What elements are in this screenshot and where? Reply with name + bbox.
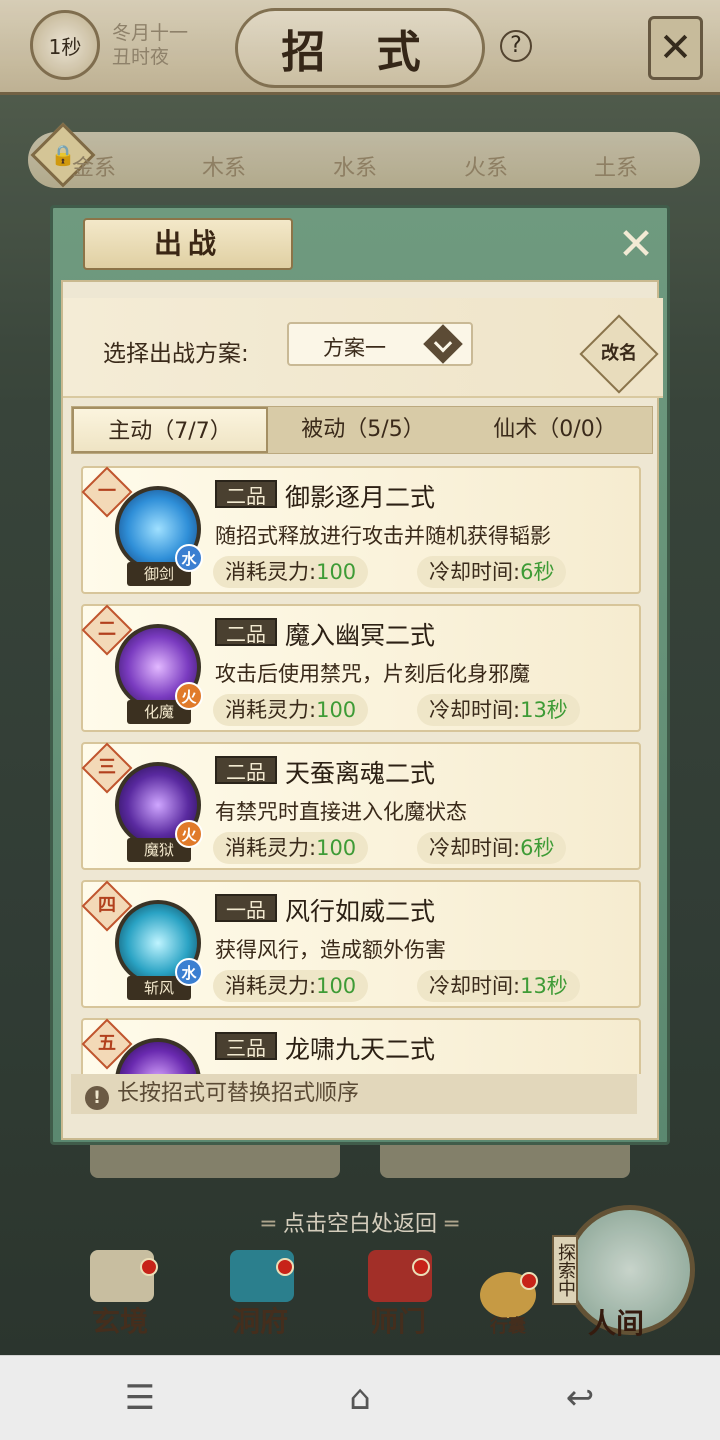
system-nav-bar: ☰ ⌂ ↩: [0, 1355, 720, 1440]
cooldown-pill: 冷却时间:13秒: [417, 970, 580, 1002]
cooldown-pill: 冷却时间:6秒: [417, 556, 567, 588]
element-badge: 火: [175, 682, 203, 710]
cooldown-pill: 冷却时间:6秒: [417, 832, 567, 864]
grade-badge: 二品: [215, 618, 277, 646]
info-icon: !: [85, 1086, 109, 1110]
cooldown-pill: 冷却时间:13秒: [417, 694, 580, 726]
skill-name: 天蚕离魂二式: [285, 759, 436, 788]
scheme-select[interactable]: 方案一: [287, 322, 473, 366]
skill-card[interactable]: 一 御剑 水 二品 御影逐月二式 随招式释放进行攻击并随机获得韬影 消耗灵力:1…: [81, 466, 641, 594]
grade-badge: 一品: [215, 894, 277, 922]
menu-icon[interactable]: ☰: [110, 1376, 170, 1420]
skill-name: 风行如威二式: [285, 897, 436, 926]
cost-pill: 消耗灵力:100: [213, 832, 369, 864]
skill-card[interactable]: 五 三品 龙啸九天二式: [81, 1018, 641, 1074]
skill-name: 龙啸九天二式: [285, 1035, 436, 1064]
skill-card[interactable]: 二 化魔 火 二品 魔入幽冥二式 攻击后使用禁咒，片刻后化身邪魔 消耗灵力:10…: [81, 604, 641, 732]
grade-badge: 二品: [215, 480, 277, 508]
dialog-title: 出战: [83, 218, 293, 270]
element-badge: 火: [175, 820, 203, 848]
grade-badge: 三品: [215, 1032, 277, 1060]
close-icon[interactable]: ✕: [613, 222, 659, 268]
skill-card[interactable]: 四 斩风 水 一品 风行如威二式 获得风行，造成额外伤害 消耗灵力:100 冷却…: [81, 880, 641, 1008]
scheme-value: 方案一: [323, 336, 386, 360]
grade-badge: 二品: [215, 756, 277, 784]
tab-active-skills[interactable]: 主动（7/7）: [72, 407, 268, 453]
scheme-bar: 选择出战方案: 方案一 改名: [63, 298, 663, 398]
skill-description: 获得风行，造成额外伤害: [215, 938, 446, 962]
skill-card[interactable]: 三 魔狱 火 二品 天蚕离魂二式 有禁咒时直接进入化魔状态 消耗灵力:100 冷…: [81, 742, 641, 870]
scheme-label: 选择出战方案:: [103, 341, 249, 367]
reorder-tip: ! 长按招式可替换招式顺序: [71, 1074, 637, 1114]
skill-type-tabs: 主动（7/7） 被动（5/5） 仙术（0/0）: [71, 406, 653, 454]
skill-name: 魔入幽冥二式: [285, 621, 436, 650]
home-icon[interactable]: ⌂: [330, 1376, 390, 1420]
rename-button[interactable]: 改名: [579, 314, 659, 394]
element-badge: 水: [175, 958, 203, 986]
tab-immortal-arts[interactable]: 仙术（0/0）: [458, 407, 652, 453]
skill-description: 攻击后使用禁咒，片刻后化身邪魔: [215, 662, 530, 686]
cost-pill: 消耗灵力:100: [213, 694, 369, 726]
rename-label: 改名: [601, 343, 637, 364]
element-badge: 水: [175, 544, 203, 572]
tip-text: 长按招式可替换招式顺序: [117, 1081, 360, 1106]
skill-description: 有禁咒时直接进入化魔状态: [215, 800, 467, 824]
cost-pill: 消耗灵力:100: [213, 970, 369, 1002]
cost-pill: 消耗灵力:100: [213, 556, 369, 588]
skill-name: 御影逐月二式: [285, 483, 436, 512]
battle-dialog: 出战 ✕ 选择出战方案: 方案一 改名 主动（7/7） 被动（5/5） 仙术（0…: [50, 205, 670, 1145]
skill-description: 随招式释放进行攻击并随机获得韬影: [215, 524, 551, 548]
back-icon[interactable]: ↩: [550, 1376, 610, 1420]
tab-passive-skills[interactable]: 被动（5/5）: [268, 407, 458, 453]
skill-list[interactable]: 一 御剑 水 二品 御影逐月二式 随招式释放进行攻击并随机获得韬影 消耗灵力:1…: [81, 466, 641, 1074]
chevron-down-icon: [423, 324, 463, 364]
